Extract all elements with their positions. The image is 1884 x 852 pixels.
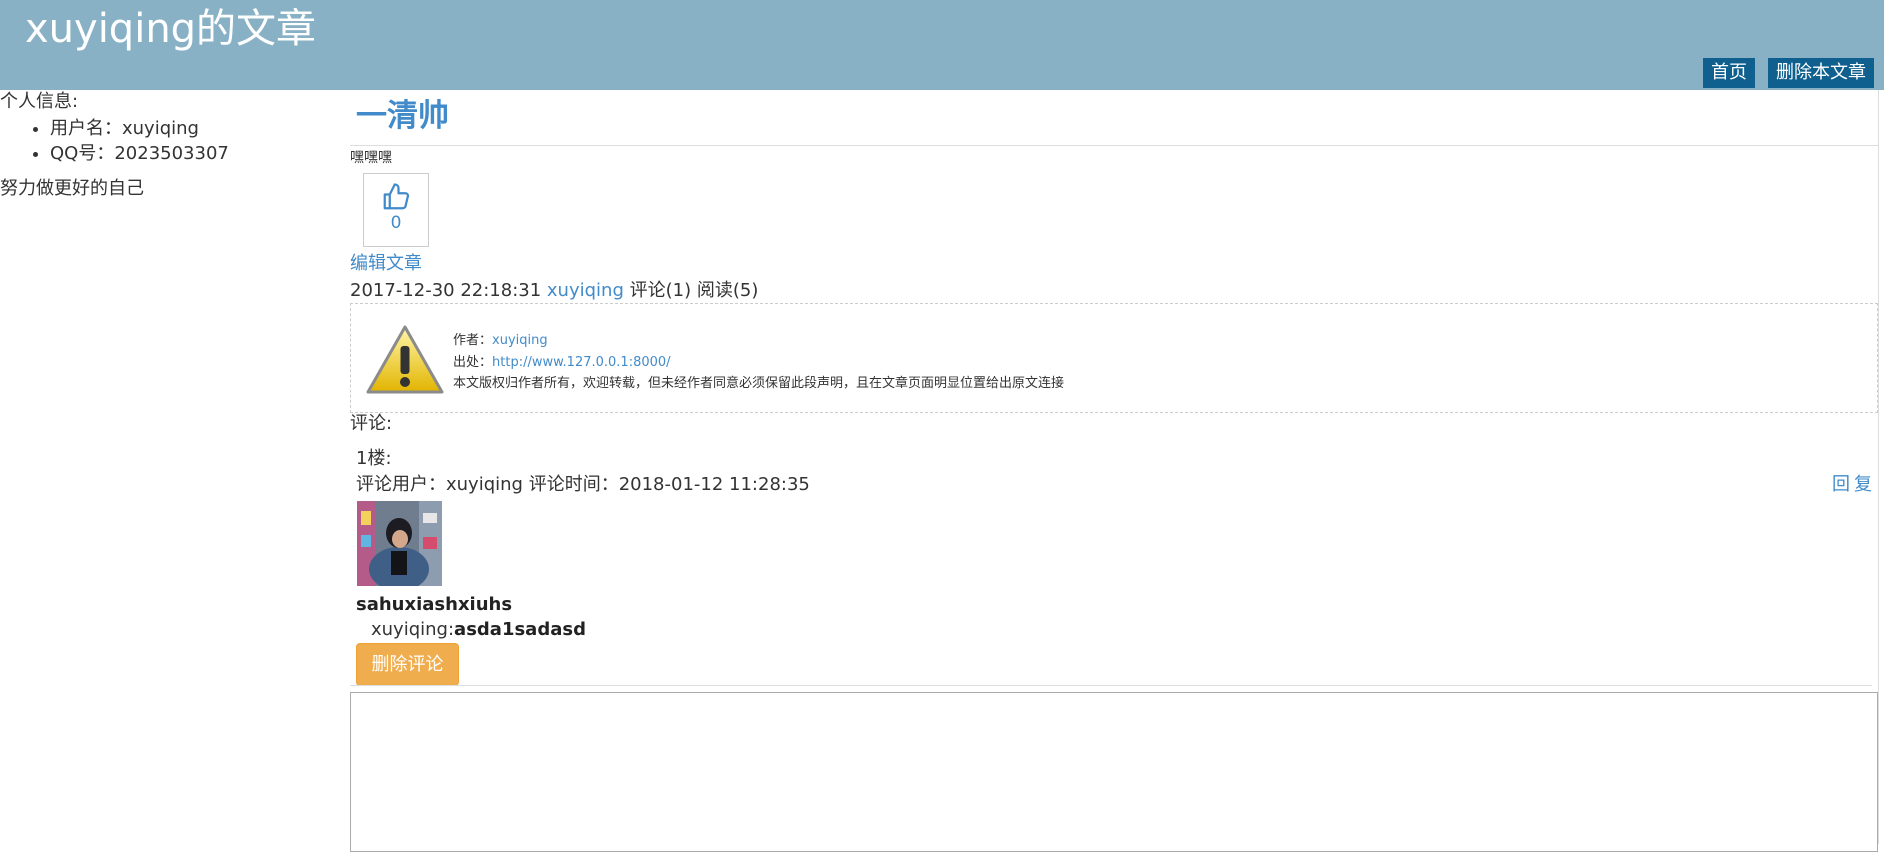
like-count: 0 bbox=[390, 213, 402, 233]
article-comment-count: 评论(1) bbox=[629, 280, 692, 301]
avatar bbox=[357, 501, 442, 586]
profile-list: 用户名：xuyiqing QQ号：2023503307 bbox=[0, 116, 229, 166]
commenter-name: sahuxiashxiuhs bbox=[356, 594, 513, 615]
thumbs-up-icon bbox=[383, 183, 410, 210]
copyright-notice: 作者：xuyiqing 出处：http://www.127.0.0.1:8000… bbox=[350, 303, 1878, 413]
warning-icon bbox=[366, 325, 444, 394]
comments-heading: 评论: bbox=[350, 413, 393, 434]
article-main: 一清帅 嘿嘿嘿 0 编辑文章 2017-12-30 22:18:31 xuyiq… bbox=[350, 90, 1878, 852]
comment-meta: 评论用户：xuyiqing 评论时间：2018-01-12 11:28:35 bbox=[356, 474, 810, 495]
copyright-author-label: 作者： bbox=[453, 333, 493, 348]
reply-link[interactable]: 回复 bbox=[1832, 473, 1876, 497]
copyright-source-label: 出处： bbox=[453, 354, 493, 370]
header: xuyiqing的文章 首页 删除本文章 bbox=[0, 0, 1884, 90]
right-border bbox=[1878, 90, 1884, 844]
copyright-source-link[interactable]: http://www.127.0.0.1:8000/ bbox=[492, 355, 671, 370]
delete-article-button[interactable]: 删除本文章 bbox=[1768, 58, 1874, 88]
sidebar-motto: 努力做更好的自己 bbox=[0, 178, 144, 199]
copyright-author-line: 作者：xuyiqing bbox=[453, 330, 1064, 352]
edit-article-link[interactable]: 编辑文章 bbox=[350, 252, 422, 276]
like-button[interactable]: 0 bbox=[363, 173, 429, 247]
delete-comment-button[interactable]: 删除评论 bbox=[356, 643, 459, 686]
article-title: 一清帅 bbox=[356, 98, 449, 134]
profile-qq: QQ号：2023503307 bbox=[50, 141, 229, 166]
comment-content: xuyiqing:asda1sadasd bbox=[371, 618, 586, 642]
avatar-photo bbox=[357, 501, 442, 586]
article-timestamp: 2017-12-30 22:18:31 bbox=[350, 280, 542, 301]
article-read-count: 阅读(5) bbox=[696, 280, 759, 301]
comment-floor: 1楼: bbox=[356, 448, 392, 469]
comment-divider bbox=[350, 685, 1872, 686]
comment-text: asda1sadasd bbox=[454, 619, 586, 640]
home-button[interactable]: 首页 bbox=[1703, 58, 1755, 88]
comment-reply-to: xuyiqing: bbox=[371, 619, 455, 640]
copyright-statement: 本文版权归作者所有，欢迎转载，但未经作者同意必须保留此段声明，且在文章页面明显位… bbox=[453, 376, 1065, 391]
copyright-text: 作者：xuyiqing 出处：http://www.127.0.0.1:8000… bbox=[453, 330, 1064, 395]
copyright-author-link[interactable]: xuyiqing bbox=[492, 333, 548, 348]
site-title: xuyiqing的文章 bbox=[25, 6, 317, 52]
sidebar-heading: 个人信息: bbox=[0, 91, 79, 112]
article-excerpt: 嘿嘿嘿 bbox=[350, 150, 392, 166]
copyright-source-line: 出处：http://www.127.0.0.1:8000/ bbox=[453, 352, 1064, 374]
article-meta: 2017-12-30 22:18:31 xuyiqing 评论(1) 阅读(5) bbox=[350, 279, 758, 303]
title-divider bbox=[350, 145, 1878, 146]
article-author-link[interactable]: xuyiqing bbox=[547, 280, 624, 301]
profile-username: 用户名：xuyiqing bbox=[50, 116, 229, 141]
comment-input[interactable] bbox=[350, 692, 1878, 852]
